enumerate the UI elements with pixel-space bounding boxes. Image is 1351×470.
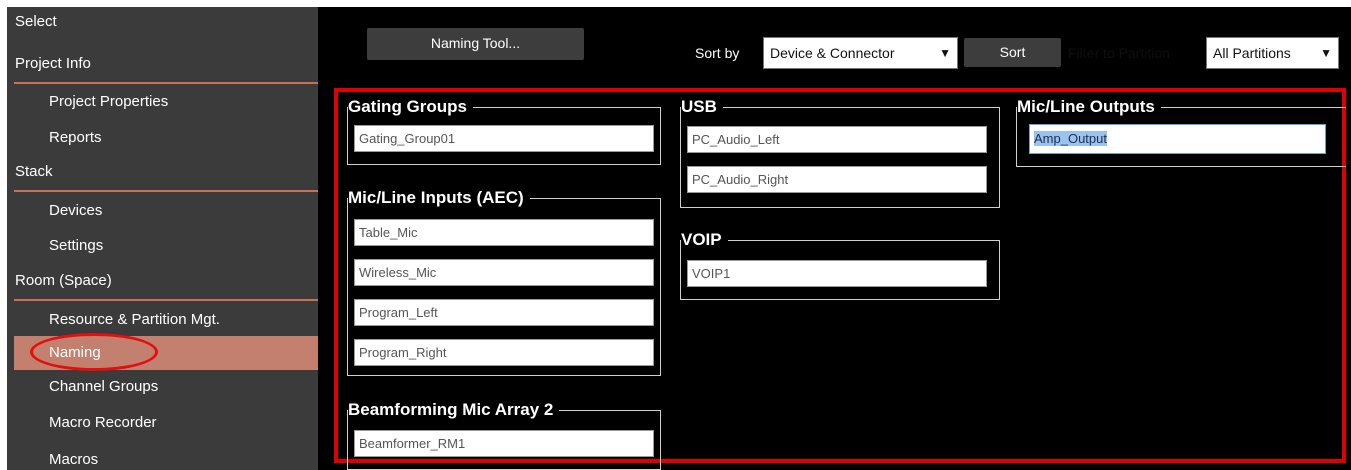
sidebar-nav: Select Project Info Project Properties R…	[7, 7, 318, 470]
sidebar-item-macro-recorder[interactable]: Macro Recorder	[7, 406, 318, 440]
group-gating-groups: Gating Groups Gating_Group01	[347, 96, 661, 165]
sidebar-item-devices[interactable]: Devices	[7, 194, 318, 228]
name-field[interactable]: Table_Mic	[354, 219, 654, 246]
sort-by-dropdown[interactable]: Device & Connector ▼	[763, 37, 958, 69]
name-field[interactable]: Wireless_Mic	[354, 259, 654, 286]
sidebar-item-project-properties[interactable]: Project Properties	[7, 85, 318, 119]
group-mic-line-outputs: Mic/Line Outputs Amp_Output	[1016, 96, 1346, 167]
group-title: Mic/Line Inputs (AEC)	[348, 187, 530, 209]
sidebar-item-channel-groups[interactable]: Channel Groups	[7, 370, 318, 404]
group-usb: USB PC_Audio_Left PC_Audio_Right	[680, 96, 1000, 208]
group-title: VOIP	[681, 229, 728, 251]
group-mic-line-inputs: Mic/Line Inputs (AEC) Table_Mic Wireless…	[347, 187, 661, 376]
filter-partition-value: All Partitions	[1213, 45, 1291, 61]
chevron-down-icon: ▼	[939, 46, 951, 60]
sidebar-item-macros[interactable]: Macros	[7, 443, 318, 470]
name-field[interactable]: Program_Right	[354, 339, 654, 366]
group-title: USB	[681, 96, 723, 118]
sidebar-divider	[14, 190, 318, 192]
group-title: Beamforming Mic Array 2	[348, 399, 560, 421]
name-field[interactable]: Gating_Group01	[354, 125, 654, 152]
name-field[interactable]: Amp_Output	[1029, 124, 1326, 154]
sort-button[interactable]: Sort	[964, 38, 1061, 67]
group-title: Mic/Line Outputs	[1017, 96, 1161, 118]
name-field[interactable]: PC_Audio_Right	[687, 166, 987, 193]
name-field[interactable]: Beamformer_RM1	[354, 430, 654, 457]
name-field[interactable]: VOIP1	[687, 260, 987, 287]
group-beamforming-mic-array: Beamforming Mic Array 2 Beamformer_RM1	[347, 399, 661, 470]
sidebar-item-room-space[interactable]: Room (Space)	[7, 264, 318, 298]
sidebar-item-resource-partition[interactable]: Resource & Partition Mgt.	[7, 303, 318, 337]
annotation-ellipse	[30, 333, 158, 371]
naming-content-area: Gating Groups Gating_Group01 Mic/Line In…	[334, 88, 1346, 470]
sort-by-value: Device & Connector	[770, 45, 895, 61]
sidebar-item-stack[interactable]: Stack	[7, 155, 318, 189]
sidebar-item-reports[interactable]: Reports	[7, 121, 318, 155]
chevron-down-icon: ▼	[1320, 46, 1332, 60]
sidebar-item-select[interactable]: Select	[7, 7, 318, 35]
group-title: Gating Groups	[348, 96, 473, 118]
sort-by-label: Sort by	[695, 45, 740, 61]
group-voip: VOIP VOIP1	[680, 229, 1000, 300]
sidebar-item-project-info[interactable]: Project Info	[7, 47, 318, 81]
name-field[interactable]: Program_Left	[354, 299, 654, 326]
sidebar-item-settings[interactable]: Settings	[7, 229, 318, 263]
sidebar-divider	[14, 299, 318, 301]
filter-partition-dropdown[interactable]: All Partitions ▼	[1206, 37, 1339, 69]
filter-partition-label: Filter to Partition	[1068, 45, 1170, 61]
sidebar-divider	[14, 82, 318, 84]
naming-tool-button[interactable]: Naming Tool...	[367, 28, 584, 60]
name-field[interactable]: PC_Audio_Left	[687, 126, 987, 153]
